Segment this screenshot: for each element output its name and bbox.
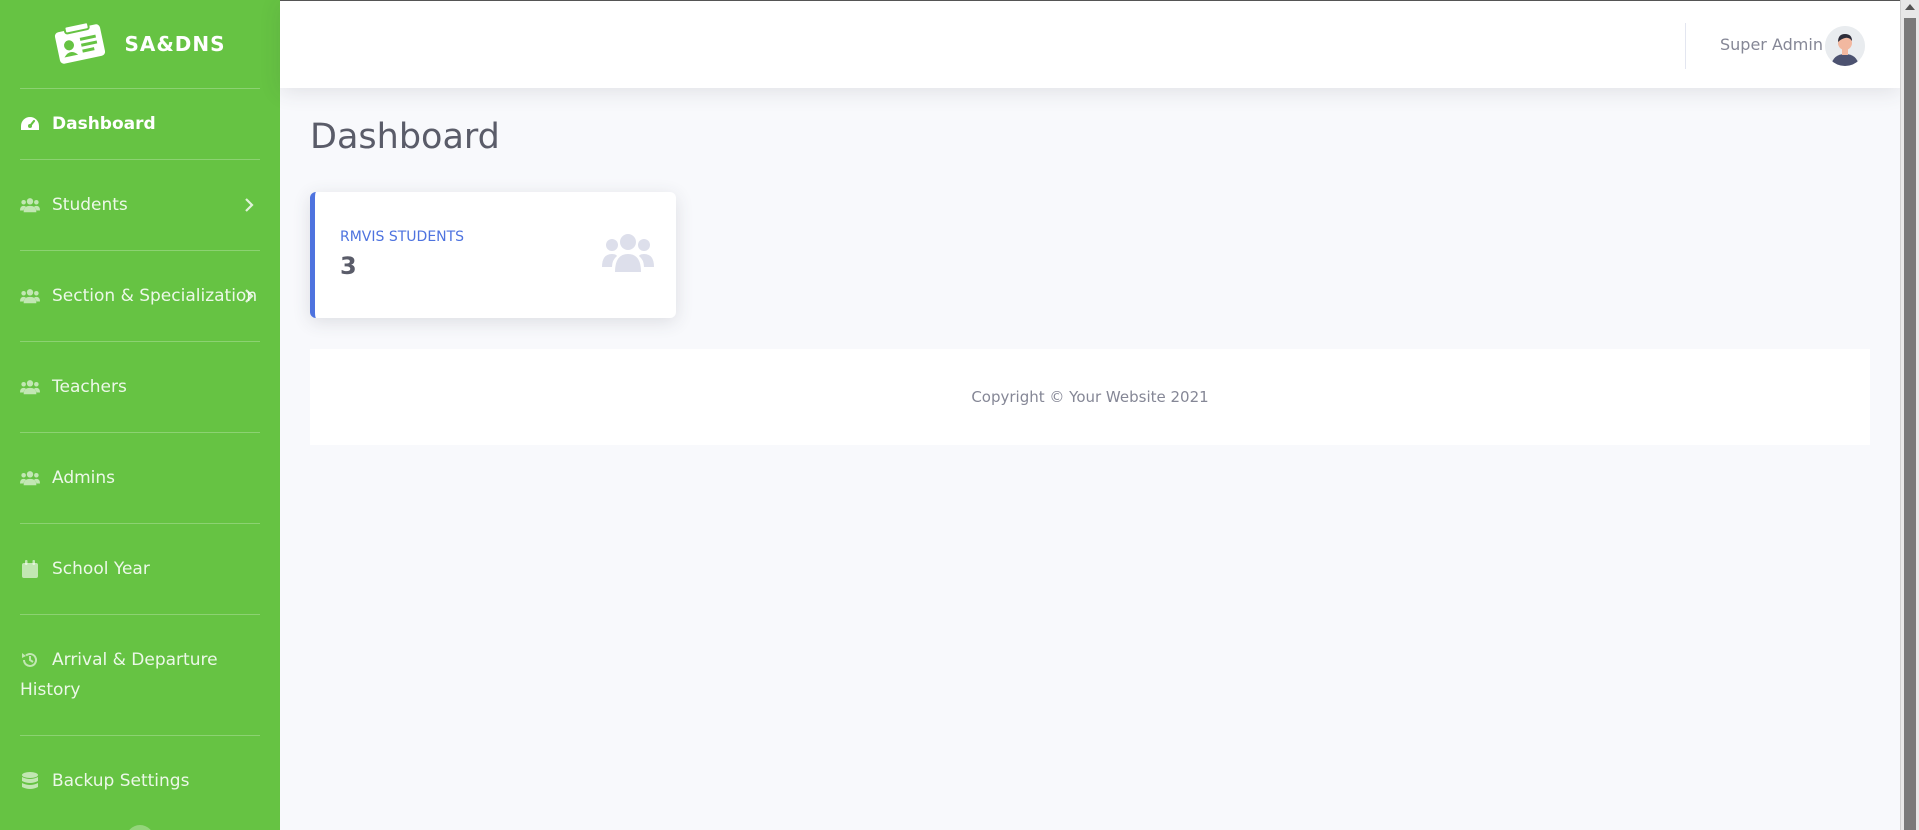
calendar-icon bbox=[20, 559, 40, 579]
sidebar-item-label-line2: History bbox=[20, 680, 81, 700]
page-scrollbar[interactable] bbox=[1900, 0, 1919, 830]
sidebar-item-section-specialization[interactable]: Section & Specialization bbox=[0, 251, 280, 341]
avatar[interactable] bbox=[1825, 26, 1865, 66]
sidebar-item-label: Backup Settings bbox=[52, 771, 190, 791]
sidebar-item-label: Dashboard bbox=[52, 114, 156, 134]
stat-card-label: RMVIS STUDENTS bbox=[340, 229, 465, 245]
page-title: Dashboard bbox=[310, 117, 500, 157]
sidebar-item-label: Section & Specialization bbox=[52, 286, 258, 306]
sidebar-item-label: Teachers bbox=[52, 377, 127, 397]
sidebar-item-students[interactable]: Students bbox=[0, 160, 280, 250]
topbar-divider bbox=[1685, 23, 1686, 69]
users-icon bbox=[602, 234, 654, 272]
users-icon bbox=[20, 377, 40, 397]
brand-name: SA&DNS bbox=[124, 32, 226, 56]
database-icon bbox=[20, 771, 40, 791]
footer-copyright: Copyright © Your Website 2021 bbox=[971, 388, 1209, 406]
sidebar: SA&DNS Dashboard Students Section & Spec… bbox=[0, 0, 280, 830]
history-icon bbox=[20, 650, 40, 670]
user-name[interactable]: Super Admin bbox=[1720, 35, 1823, 54]
users-icon bbox=[20, 468, 40, 488]
id-card-icon bbox=[55, 22, 106, 64]
sidebar-item-dashboard[interactable]: Dashboard bbox=[0, 89, 280, 159]
stat-card-value: 3 bbox=[340, 252, 357, 280]
scroll-up-icon[interactable] bbox=[1905, 4, 1915, 10]
sidebar-item-label-line1: Arrival & Departure bbox=[52, 650, 218, 670]
stat-card-rmvis-students[interactable]: RMVIS STUDENTS 3 bbox=[310, 192, 676, 318]
sidebar-item-teachers[interactable]: Teachers bbox=[0, 342, 280, 432]
users-icon bbox=[20, 195, 40, 215]
scrollbar-thumb[interactable] bbox=[1904, 18, 1916, 830]
sidebar-item-school-year[interactable]: School Year bbox=[0, 524, 280, 614]
chevron-right-icon bbox=[245, 289, 254, 303]
sidebar-item-label: Students bbox=[52, 195, 128, 215]
sidebar-item-label: School Year bbox=[52, 559, 150, 579]
footer: Copyright © Your Website 2021 bbox=[310, 349, 1870, 445]
topbar: Super Admin bbox=[280, 0, 1900, 88]
chevron-right-icon bbox=[245, 198, 254, 212]
sidebar-item-arrival-departure-history[interactable]: Arrival & Departure History bbox=[0, 615, 280, 735]
sidebar-item-label: Admins bbox=[52, 468, 116, 488]
sidebar-item-backup-settings[interactable]: Backup Settings bbox=[0, 736, 280, 826]
sidebar-item-admins[interactable]: Admins bbox=[0, 433, 280, 523]
sidebar-brand[interactable]: SA&DNS bbox=[0, 0, 280, 88]
tachometer-icon bbox=[20, 114, 40, 134]
users-icon bbox=[20, 286, 40, 306]
